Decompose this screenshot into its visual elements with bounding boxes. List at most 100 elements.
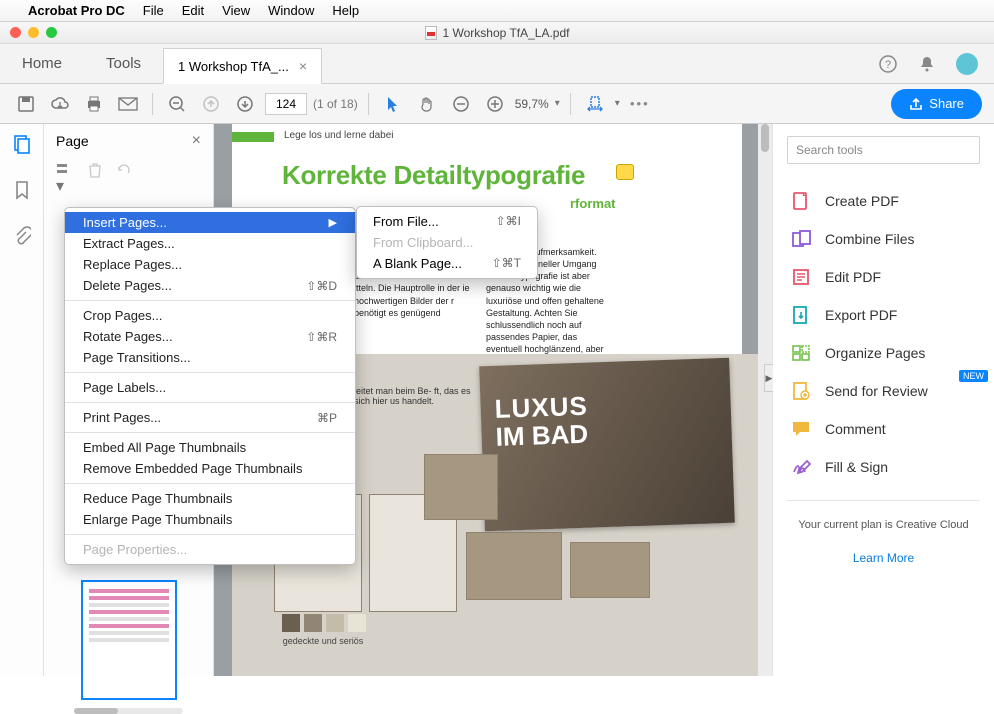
comment-annotation-icon[interactable] [616, 164, 634, 180]
collapse-handle[interactable]: ▶ [764, 364, 773, 392]
save-icon[interactable] [12, 90, 40, 118]
chevron-down-icon[interactable]: ▾ [555, 98, 560, 109]
tool-edit-pdf[interactable]: Edit PDF [787, 258, 980, 296]
page-up-icon[interactable] [197, 90, 225, 118]
menu-window[interactable]: Window [268, 3, 314, 18]
window-maximize-button[interactable] [46, 27, 57, 38]
cloud-icon[interactable] [46, 90, 74, 118]
pointer-icon[interactable] [379, 90, 407, 118]
more-icon[interactable]: ••• [626, 90, 654, 118]
organize-icon [791, 343, 811, 363]
menu-item-crop-pages[interactable]: Crop Pages... [65, 305, 355, 326]
pdf-icon [425, 26, 437, 40]
page-thumbnail[interactable] [81, 580, 177, 700]
help-icon[interactable]: ? [878, 54, 898, 74]
menu-item-enlarge-page-thumbnails[interactable]: Enlarge Page Thumbnails [65, 509, 355, 530]
tool-create-pdf[interactable]: Create PDF [787, 182, 980, 220]
learn-more-link[interactable]: Learn More [787, 551, 980, 565]
options-icon[interactable]: ▾ [56, 162, 74, 196]
tools-panel: ▶ Search tools Create PDFCombine FilesEd… [772, 124, 994, 676]
page-down-icon[interactable] [231, 90, 259, 118]
tool-label: Export PDF [825, 307, 897, 323]
window-minimize-button[interactable] [28, 27, 39, 38]
tab-home[interactable]: Home [0, 44, 84, 83]
bell-icon[interactable] [918, 55, 936, 73]
chevron-down-icon[interactable]: ▾ [615, 98, 620, 109]
comment-icon [791, 419, 811, 439]
menu-view[interactable]: View [222, 3, 250, 18]
rotate-icon[interactable] [116, 162, 132, 196]
tab-document[interactable]: 1 Workshop TfA_... × [163, 48, 322, 84]
menu-item-rotate-pages[interactable]: Rotate Pages...⇧⌘R [65, 326, 355, 347]
fit-icon[interactable] [581, 90, 609, 118]
plus-icon[interactable] [481, 90, 509, 118]
zoom-out-icon[interactable] [163, 90, 191, 118]
menu-help[interactable]: Help [332, 3, 359, 18]
tool-label: Fill & Sign [825, 459, 888, 475]
sample-photo-2 [466, 532, 562, 600]
tool-organize-pages[interactable]: Organize Pages [787, 334, 980, 372]
export-icon [791, 305, 811, 325]
submenu-item-a-blank-page[interactable]: A Blank Page...⇧⌘T [357, 253, 537, 274]
tool-send-for-review[interactable]: Send for ReviewNEW [787, 372, 980, 410]
menu-file[interactable]: File [143, 3, 164, 18]
menu-item-delete-pages[interactable]: Delete Pages...⇧⌘D [65, 275, 355, 296]
send-icon [791, 381, 811, 401]
menu-item-remove-embedded-page-thumbnails[interactable]: Remove Embedded Page Thumbnails [65, 458, 355, 479]
print-icon[interactable] [80, 90, 108, 118]
menu-item-page-transitions[interactable]: Page Transitions... [65, 347, 355, 368]
menu-item-extract-pages[interactable]: Extract Pages... [65, 233, 355, 254]
menu-item-embed-all-page-thumbnails[interactable]: Embed All Page Thumbnails [65, 437, 355, 458]
sample-photo-3 [570, 542, 650, 598]
thumbnails-icon[interactable] [12, 134, 32, 154]
zoom-level[interactable]: 59,7% [515, 97, 549, 111]
tab-row: Home Tools 1 Workshop TfA_... × ? [0, 44, 994, 84]
accent-strip [232, 132, 274, 142]
tool-label: Combine Files [825, 231, 914, 247]
menu-item-reduce-page-thumbnails[interactable]: Reduce Page Thumbnails [65, 488, 355, 509]
minus-icon[interactable] [447, 90, 475, 118]
menu-item-insert-pages[interactable]: Insert Pages...▶ [65, 212, 355, 233]
page-headline: Korrekte Detailtypografie [282, 160, 585, 191]
bookmark-icon[interactable] [14, 180, 30, 200]
tab-close-icon[interactable]: × [299, 58, 307, 74]
menu-item-replace-pages[interactable]: Replace Pages... [65, 254, 355, 275]
tab-tools[interactable]: Tools [84, 44, 163, 83]
page-panel-title: Page [56, 133, 89, 149]
tool-label: Send for Review [825, 383, 928, 399]
tool-fill-sign[interactable]: Fill & Sign [787, 448, 980, 486]
thumbnail-scrollbar[interactable] [74, 708, 183, 714]
close-panel-icon[interactable]: × [192, 132, 201, 150]
sample-photo-1 [424, 454, 498, 520]
page-caption: Lege los und lerne dabei [284, 130, 394, 141]
tool-combine-files[interactable]: Combine Files [787, 220, 980, 258]
document-scrollbar[interactable] [758, 124, 772, 676]
window-close-button[interactable] [10, 27, 21, 38]
window-title: 1 Workshop TfA_LA.pdf [443, 26, 570, 40]
menu-item-print-pages[interactable]: Print Pages...⌘P [65, 407, 355, 428]
submenu-item-from-file[interactable]: From File...⇧⌘I [357, 211, 537, 232]
insert-pages-submenu: From File...⇧⌘IFrom Clipboard...A Blank … [356, 206, 538, 279]
submenu-item-from-clipboard: From Clipboard... [357, 232, 537, 253]
tool-label: Comment [825, 421, 886, 437]
menu-edit[interactable]: Edit [182, 3, 204, 18]
menu-item-page-labels[interactable]: Page Labels... [65, 377, 355, 398]
menu-item-page-properties: Page Properties... [65, 539, 355, 560]
search-tools-input[interactable]: Search tools [787, 136, 980, 164]
page-number-input[interactable] [265, 93, 307, 115]
app-name[interactable]: Acrobat Pro DC [28, 3, 125, 18]
tool-label: Create PDF [825, 193, 899, 209]
edit-icon [791, 267, 811, 287]
hand-icon[interactable] [413, 90, 441, 118]
avatar[interactable] [956, 53, 978, 75]
plan-text: Your current plan is Creative Cloud [787, 519, 980, 531]
attachment-icon[interactable] [13, 226, 31, 246]
tool-export-pdf[interactable]: Export PDF [787, 296, 980, 334]
mac-menubar: Acrobat Pro DC File Edit View Window Hel… [0, 0, 994, 22]
tool-comment[interactable]: Comment [787, 410, 980, 448]
create-icon [791, 191, 811, 211]
share-icon [909, 97, 923, 111]
mail-icon[interactable] [114, 90, 142, 118]
share-button[interactable]: Share [891, 89, 982, 119]
trash-icon[interactable] [88, 162, 102, 196]
